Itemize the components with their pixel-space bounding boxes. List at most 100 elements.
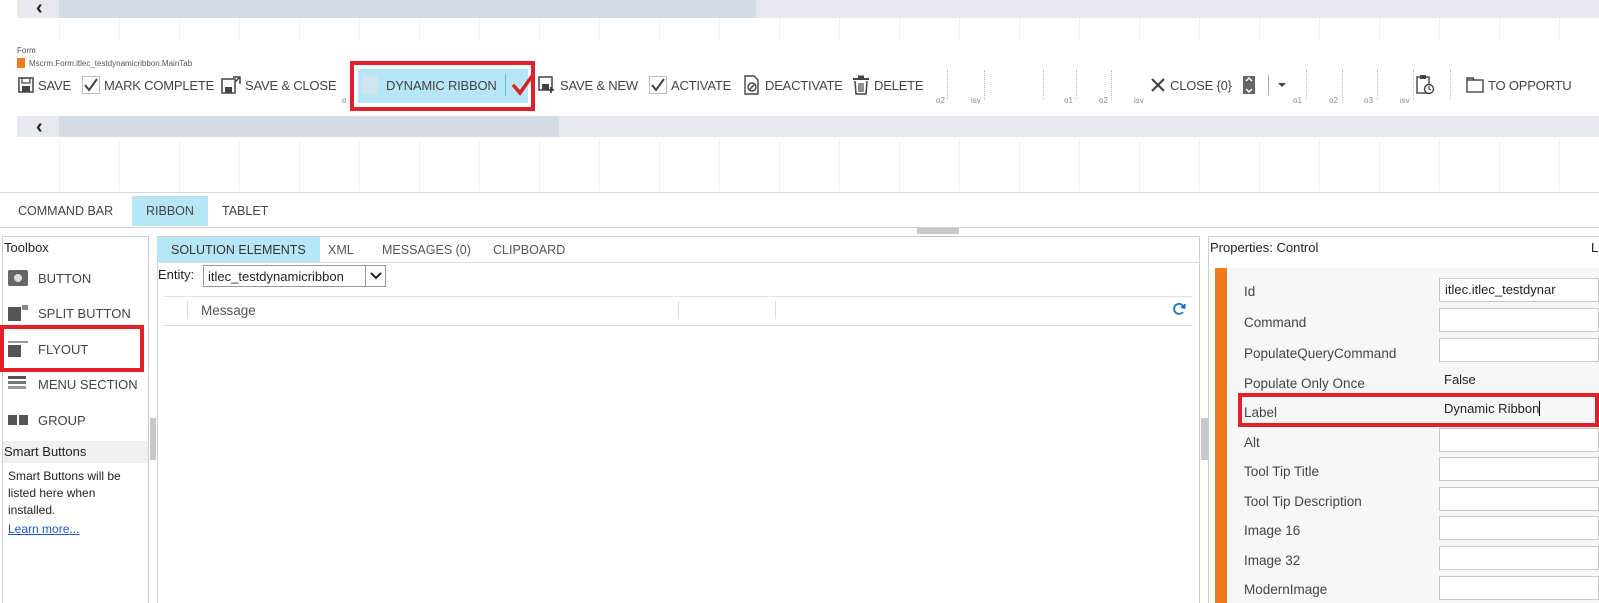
toolbox-item-label: SPLIT BUTTON <box>38 305 131 321</box>
prop-input-populate-query-command[interactable] <box>1439 338 1599 362</box>
entity-label: Entity: <box>158 267 195 282</box>
prop-input-alt[interactable] <box>1439 428 1599 452</box>
document-copy-icon <box>1416 75 1435 95</box>
label-red-box <box>1238 393 1599 427</box>
save-close-button[interactable]: SAVE & CLOSE <box>221 72 336 98</box>
center-panel <box>157 236 1200 603</box>
learn-more-link[interactable]: Learn more... <box>8 522 79 536</box>
prop-label-populate-only-once: Populate Only Once <box>1244 376 1365 391</box>
mark-complete-label: MARK COMPLETE <box>104 77 215 93</box>
center-tabs-border <box>157 262 1200 263</box>
save-new-label: SAVE & NEW <box>560 77 638 93</box>
toolbox-item-label: MENU SECTION <box>38 376 138 392</box>
message-column-header[interactable]: Message <box>201 303 256 318</box>
marker-isv-b: isv <box>1134 96 1144 105</box>
to-opportunity-label: TO OPPORTU <box>1488 77 1572 93</box>
center-scroll-handle[interactable] <box>1201 418 1208 460</box>
smart-buttons-text: Smart Buttons will be listed here when i… <box>8 469 121 517</box>
tab-xml[interactable]: XML <box>314 237 368 263</box>
marker-o2-c: o2 <box>1329 96 1338 105</box>
to-opportunity-button[interactable]: TO OPPORTU <box>1466 72 1572 98</box>
save-new-button[interactable]: SAVE & NEW <box>538 72 638 98</box>
panel-resize-handle[interactable] <box>917 228 959 234</box>
marker-o3-c: o3 <box>1364 96 1373 105</box>
delete-button[interactable]: DELETE <box>852 72 924 98</box>
toolbox-item-split-button[interactable]: SPLIT BUTTON <box>8 300 131 326</box>
properties-title: Properties: Control <box>1210 240 1319 255</box>
ribbon-tab-name: Mscrm.Form.itlec_testdynamicribbon.MainT… <box>17 58 192 68</box>
marker-divider <box>1342 70 1343 100</box>
ribbon-scrollbar-thumb[interactable] <box>59 116 559 137</box>
ribbon-scrollbar[interactable] <box>17 116 1599 137</box>
tab-ribbon[interactable]: RIBBON <box>132 196 208 226</box>
ribbon-scroll-left-icon[interactable]: ‹ <box>36 117 43 137</box>
close-x-icon <box>1151 78 1165 92</box>
tab-clipboard[interactable]: CLIPBOARD <box>479 237 579 263</box>
refresh-icon[interactable] <box>1172 302 1186 316</box>
grid-column-divider <box>187 301 188 319</box>
save-label: SAVE <box>38 77 71 93</box>
prop-input-modern-image[interactable] <box>1439 576 1599 600</box>
marker-divider <box>1076 70 1077 100</box>
entity-dropdown-button[interactable] <box>365 266 385 286</box>
toolbox-item-menu-section[interactable]: MENU SECTION <box>8 371 138 397</box>
prop-label-alt: Alt <box>1244 435 1260 450</box>
marker-isv-c: isv <box>1400 96 1410 105</box>
prop-input-id[interactable]: itlec.itlec_testdynar <box>1439 278 1599 302</box>
save-new-icon <box>538 76 554 93</box>
save-close-icon <box>221 76 241 94</box>
toolbox-scroll-handle[interactable] <box>150 418 156 460</box>
top-scrollbar-thumb[interactable] <box>59 0 756 18</box>
record-dropdown-button[interactable] <box>1242 72 1287 98</box>
prop-input-image16[interactable] <box>1439 516 1599 540</box>
marker-divider <box>1306 70 1307 100</box>
activate-button[interactable]: ACTIVATE <box>649 72 731 98</box>
prop-input-command[interactable] <box>1439 308 1599 332</box>
close-button[interactable]: CLOSE {0} <box>1150 72 1232 98</box>
flyout-red-box <box>0 325 144 372</box>
prop-input-tooltip-title[interactable] <box>1439 457 1599 481</box>
tab-tablet[interactable]: TABLET <box>208 196 282 226</box>
entity-select[interactable]: itlec_testdynamicribbon <box>203 265 386 287</box>
scroll-left-icon[interactable]: ‹ <box>36 0 43 18</box>
marker-divider <box>1111 70 1112 100</box>
toolbox-item-group[interactable]: GROUP <box>8 407 86 433</box>
tabs-bottom-border <box>0 227 1599 228</box>
marker-o1-c: o1 <box>1293 96 1302 105</box>
prop-input-tooltip-description[interactable] <box>1439 487 1599 511</box>
prop-label-id: Id <box>1244 284 1256 299</box>
menu-section-icon <box>8 376 26 389</box>
copy-button[interactable] <box>1416 72 1436 98</box>
delete-label: DELETE <box>874 77 924 93</box>
toolbox-item-label: BUTTON <box>38 270 92 286</box>
marker-o2-b: o2 <box>1099 96 1108 105</box>
marker-divider <box>1413 70 1414 100</box>
save-button[interactable]: SAVE <box>18 72 71 98</box>
opportunity-icon <box>1466 77 1484 93</box>
form-label: Form <box>17 46 36 55</box>
tab-command-bar[interactable]: COMMAND BAR <box>4 196 127 226</box>
prop-label-image16: Image 16 <box>1244 523 1301 538</box>
grid-column-divider <box>775 301 776 319</box>
deactivate-button[interactable]: DEACTIVATE <box>743 72 843 98</box>
properties-title-right: L <box>1591 240 1599 255</box>
toolbox-item-label: GROUP <box>38 412 86 428</box>
entity-select-value: itlec_testdynamicribbon <box>208 268 344 284</box>
tab-messages[interactable]: MESSAGES (0) <box>368 237 485 263</box>
prop-label-image32: Image 32 <box>1244 553 1301 568</box>
close-label: CLOSE {0} <box>1170 77 1232 93</box>
prop-input-image32[interactable] <box>1439 546 1599 570</box>
top-scrollbar[interactable] <box>17 0 1599 18</box>
designer-grid-top <box>0 18 1599 40</box>
tab-solution-elements[interactable]: SOLUTION ELEMENTS <box>157 237 320 263</box>
toolbox-item-button[interactable]: BUTTON <box>8 265 91 291</box>
designer-bottom-border <box>0 192 1599 193</box>
prop-label-populate-query-command: PopulateQueryCommand <box>1244 346 1397 361</box>
marker-divider <box>1377 70 1378 100</box>
button-icon <box>8 270 28 286</box>
marker-divider <box>947 70 948 100</box>
mark-complete-button[interactable]: MARK COMPLETE <box>82 72 214 98</box>
prop-select-populate-only-once[interactable]: False <box>1439 369 1599 393</box>
smart-buttons-title: Smart Buttons <box>4 444 87 459</box>
group-icon <box>8 415 28 425</box>
